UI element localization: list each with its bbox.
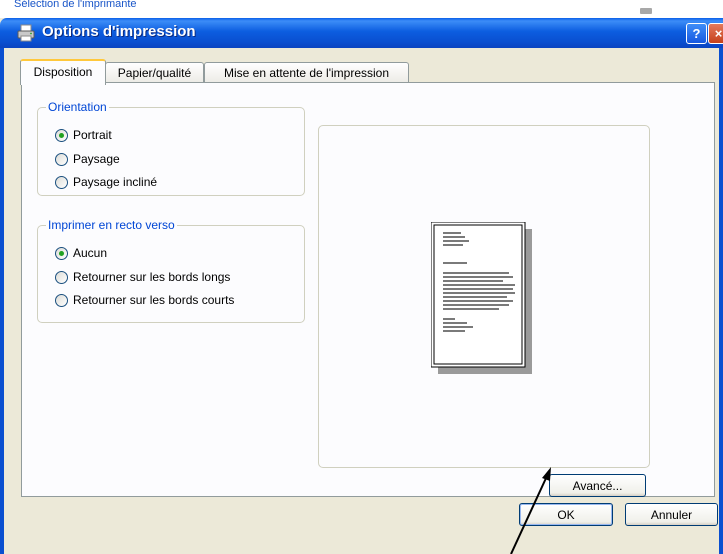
tab-disposition[interactable]: Disposition bbox=[20, 59, 106, 85]
arrow-head-icon bbox=[542, 467, 551, 481]
annotation-arrow bbox=[510, 467, 551, 554]
